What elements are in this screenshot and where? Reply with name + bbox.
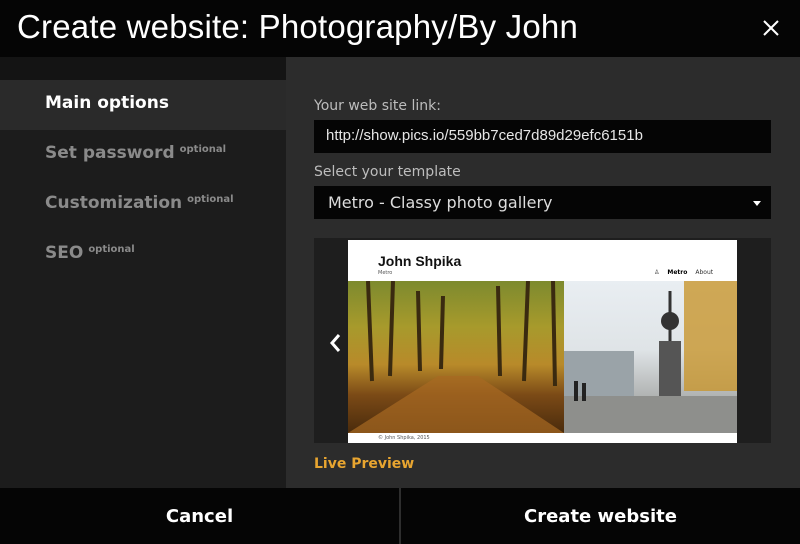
dialog-title: Create website: Photography/By John: [17, 8, 578, 45]
dialog-footer: Cancel Create website: [0, 488, 800, 544]
link-label: Your web site link:: [314, 98, 441, 114]
template-preview: John Shpika Metro ♙ Metro About © John S…: [314, 238, 771, 443]
sidebar-item-main-options[interactable]: Main options: [0, 80, 286, 130]
website-link-field[interactable]: http://show.pics.io/559bb7ced7d89d29efc6…: [314, 120, 771, 153]
live-preview-link[interactable]: Live Preview: [314, 456, 414, 472]
preview-footer: © John Shpika, 2015: [378, 435, 430, 441]
preview-nav-item: About: [695, 269, 714, 276]
sidebar-item-label: Main options: [45, 93, 169, 113]
sidebar-item-label: Customization: [45, 193, 183, 213]
sidebar-item-label: SEO: [45, 243, 84, 263]
preview-site-title: John Shpika: [378, 253, 462, 269]
sidebar-item-seo[interactable]: SEO optional: [0, 230, 286, 280]
close-icon[interactable]: [758, 15, 784, 41]
sidebar: Main options Set password optional Custom…: [0, 57, 286, 488]
chevron-left-icon[interactable]: [328, 331, 344, 355]
create-website-button[interactable]: Create website: [401, 488, 800, 544]
cancel-button[interactable]: Cancel: [0, 488, 399, 544]
preview-nav: ♙ Metro About: [654, 269, 713, 276]
template-label: Select your template: [314, 164, 461, 180]
preview-photo-forest: [348, 280, 564, 433]
template-select[interactable]: Metro - Classy photo gallery: [314, 186, 771, 219]
sidebar-item-customization[interactable]: Customization optional: [0, 180, 286, 230]
preview-nav-item: Metro: [667, 269, 688, 276]
sidebar-item-label: Set password: [45, 143, 175, 163]
optional-tag: optional: [187, 194, 234, 205]
optional-tag: optional: [88, 244, 135, 255]
preview-screenshot: John Shpika Metro ♙ Metro About © John S…: [348, 240, 737, 443]
preview-site-subtitle: Metro: [378, 270, 393, 276]
main-panel: Your web site link: http://show.pics.io/…: [286, 57, 800, 488]
dialog-header: Create website: Photography/By John: [0, 0, 800, 57]
preview-photo-square: [564, 281, 737, 433]
person-icon: ♙: [654, 269, 660, 276]
sidebar-item-set-password[interactable]: Set password optional: [0, 130, 286, 180]
template-select-value: Metro - Classy photo gallery: [328, 193, 553, 212]
optional-tag: optional: [179, 144, 227, 155]
chevron-down-icon: [753, 201, 761, 206]
